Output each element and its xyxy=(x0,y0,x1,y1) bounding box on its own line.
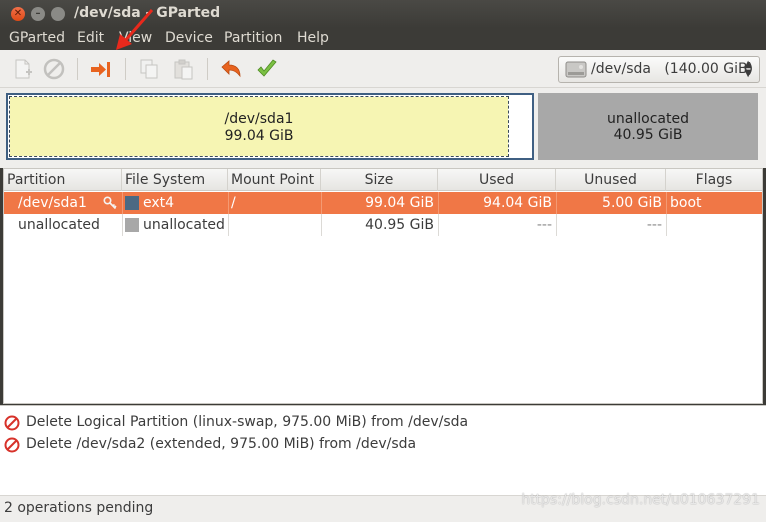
operation-text: Delete Logical Partition (linux-swap, 97… xyxy=(26,414,469,430)
new-icon[interactable] xyxy=(11,58,33,80)
cell-size: 40.95 GiB xyxy=(365,217,434,233)
cell-size: 99.04 GiB xyxy=(365,195,434,211)
table-row[interactable]: unallocated unallocated 40.95 GiB --- --… xyxy=(4,214,762,236)
fs-color-swatch xyxy=(125,218,139,232)
menu-gparted[interactable]: GParted xyxy=(9,30,65,46)
menu-edit[interactable]: Edit xyxy=(77,30,104,46)
maximize-window-button[interactable] xyxy=(51,7,65,21)
column-mount-point[interactable]: Mount Point xyxy=(228,169,321,191)
minimize-window-button[interactable]: – xyxy=(31,7,45,21)
menu-bar: GParted Edit View Device Partition Help xyxy=(0,28,766,50)
undo-icon[interactable] xyxy=(220,58,242,80)
cell-mount-point: / xyxy=(231,195,236,211)
menu-view[interactable]: View xyxy=(119,30,152,46)
table-header: Partition File System Mount Point Size U… xyxy=(4,169,762,191)
column-used[interactable]: Used xyxy=(438,169,556,191)
graph-partition-name: /dev/sda1 xyxy=(224,111,294,127)
toolbar-separator xyxy=(125,58,126,80)
menu-device[interactable]: Device xyxy=(165,30,213,46)
toolbar: /dev/sda (140.00 GiB) ▲ ▼ xyxy=(0,50,766,88)
graph-partition-size: 99.04 GiB xyxy=(224,128,294,144)
close-window-button[interactable]: ✕ xyxy=(11,7,25,21)
status-text: 2 operations pending xyxy=(4,500,154,516)
cell-unused: 5.00 GiB xyxy=(602,195,662,211)
column-partition[interactable]: Partition xyxy=(4,169,122,191)
toolbar-separator xyxy=(77,58,78,80)
watermark: https://blog.csdn.net/u010637291 xyxy=(521,492,760,508)
delete-icon xyxy=(4,437,20,453)
dropdown-arrows-icon: ▲ ▼ xyxy=(744,59,752,79)
graph-partition-size: 40.95 GiB xyxy=(613,127,683,143)
paste-icon[interactable] xyxy=(172,58,194,80)
graph-unallocated[interactable]: unallocated 40.95 GiB xyxy=(538,93,758,160)
cell-partition: /dev/sda1 xyxy=(18,195,87,211)
graph-partition-sda1[interactable]: /dev/sda1 99.04 GiB xyxy=(6,93,534,160)
cell-used: 94.04 GiB xyxy=(483,195,552,211)
device-selector[interactable]: /dev/sda (140.00 GiB) ▲ ▼ xyxy=(558,56,760,83)
column-size[interactable]: Size xyxy=(321,169,438,191)
resize-move-icon[interactable] xyxy=(90,58,112,80)
title-bar: ✕ – /dev/sda - GParted xyxy=(0,0,766,28)
menu-partition[interactable]: Partition xyxy=(224,30,282,46)
partition-table: Partition File System Mount Point Size U… xyxy=(3,168,763,404)
cell-used: --- xyxy=(536,217,552,233)
cell-flags: boot xyxy=(670,195,702,211)
column-flags[interactable]: Flags xyxy=(666,169,762,191)
key-icon xyxy=(103,196,117,210)
menu-help[interactable]: Help xyxy=(297,30,329,46)
cell-file-system: unallocated xyxy=(143,217,225,233)
cell-file-system: ext4 xyxy=(143,195,175,211)
device-label: /dev/sda (140.00 GiB) xyxy=(591,61,754,77)
delete-icon[interactable] xyxy=(43,58,65,80)
copy-icon[interactable] xyxy=(138,58,160,80)
delete-icon xyxy=(4,415,20,431)
column-file-system[interactable]: File System xyxy=(122,169,228,191)
pending-operations-list: Delete Logical Partition (linux-swap, 97… xyxy=(0,405,766,495)
apply-icon[interactable] xyxy=(256,58,278,80)
cell-unused: --- xyxy=(646,217,662,233)
partition-graph: /dev/sda1 99.04 GiB unallocated 40.95 Gi… xyxy=(0,88,766,168)
toolbar-separator xyxy=(207,58,208,80)
cell-partition: unallocated xyxy=(18,217,100,233)
table-row[interactable]: /dev/sda1 ext4 / 99.04 GiB 94.04 GiB 5.0… xyxy=(4,192,762,214)
window-title: /dev/sda - GParted xyxy=(74,5,221,21)
fs-color-swatch xyxy=(125,196,139,210)
column-unused[interactable]: Unused xyxy=(556,169,666,191)
graph-partition-sda1-fill: /dev/sda1 99.04 GiB xyxy=(9,96,509,157)
hard-disk-icon xyxy=(565,61,587,78)
operation-text: Delete /dev/sda2 (extended, 975.00 MiB) … xyxy=(26,436,417,452)
graph-partition-name: unallocated xyxy=(607,111,689,127)
